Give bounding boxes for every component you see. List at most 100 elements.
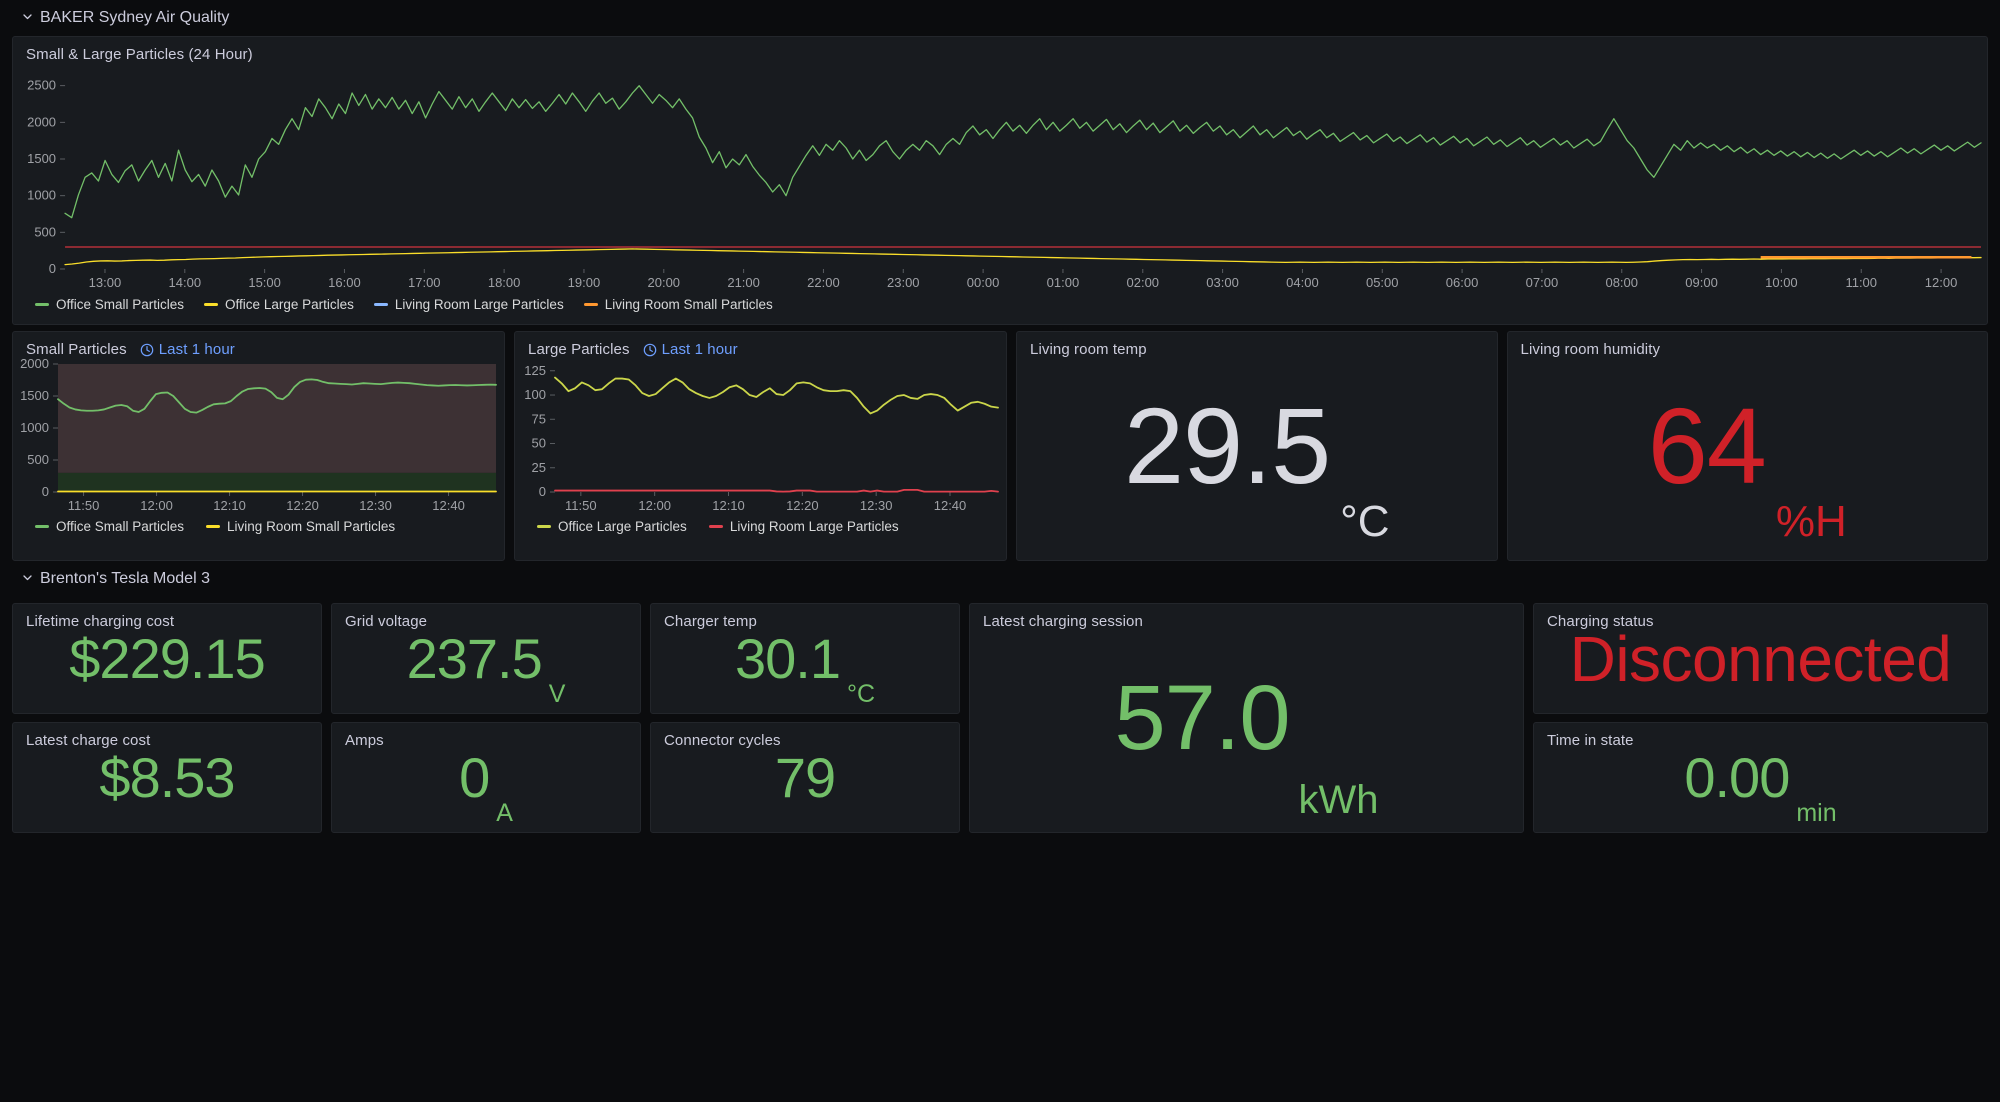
svg-text:1500: 1500: [27, 151, 56, 166]
legend-item[interactable]: Living Room Large Particles: [708, 519, 899, 534]
svg-text:00:00: 00:00: [967, 275, 1000, 290]
panel-header: Small & Large Particles (24 Hour): [13, 37, 1987, 63]
panel-living-room-humidity: Living room humidity 64 %H: [1506, 331, 1988, 561]
panel-small-particles: Small Particles Last 1 hour 0 500 1000 1500…: [12, 331, 505, 561]
legend-item[interactable]: Office Large Particles: [204, 297, 354, 312]
svg-text:20:00: 20:00: [648, 275, 681, 290]
stat-value-container: $229.15: [13, 604, 321, 713]
svg-text:11:50: 11:50: [68, 498, 100, 513]
svg-text:09:00: 09:00: [1685, 275, 1718, 290]
panel-title-text: Large Particles: [528, 341, 630, 358]
svg-text:0: 0: [539, 484, 546, 499]
svg-text:12:00: 12:00: [638, 498, 671, 513]
chevron-down-icon[interactable]: [22, 11, 33, 22]
section-header-tesla[interactable]: Brenton's Tesla Model 3: [10, 561, 1990, 597]
legend-swatch: [206, 525, 221, 528]
stat-unit: min: [1796, 799, 1837, 827]
svg-text:2000: 2000: [20, 358, 49, 371]
legend-24h: Office Small Particles Office Large Part…: [13, 295, 1987, 312]
svg-text:22:00: 22:00: [807, 275, 840, 290]
section-header-air-quality[interactable]: BAKER Sydney Air Quality: [10, 0, 1990, 36]
svg-text:13:00: 13:00: [89, 275, 122, 290]
legend-item[interactable]: Office Small Particles: [35, 297, 184, 312]
svg-text:50: 50: [532, 436, 546, 451]
legend-label: Office Large Particles: [225, 297, 354, 312]
panel-latest-charge-cost: Latest charge cost $8.53: [12, 722, 322, 833]
panel-amps: Amps 0 A: [331, 722, 641, 833]
svg-text:02:00: 02:00: [1126, 275, 1159, 290]
stat-value: Disconnected: [1569, 622, 1952, 695]
stat-value-container: 0.00 min: [1534, 723, 1987, 832]
legend-swatch: [583, 303, 598, 306]
timeseries-plot-24h[interactable]: 0 500 1000 1500 2000 2500 13:00 14:00 15:00 16:00…: [13, 63, 1987, 295]
stat-value-container: 0 A: [332, 723, 640, 832]
clock-icon: [643, 343, 657, 357]
clock-icon: [140, 343, 154, 357]
time-range-label: Last 1 hour: [661, 341, 738, 358]
svg-text:08:00: 08:00: [1605, 275, 1638, 290]
section-title: Brenton's Tesla Model 3: [40, 570, 210, 587]
tesla-column-lifetime: Lifetime charging cost $229.15 Latest ch…: [12, 603, 322, 833]
chevron-down-icon[interactable]: [22, 572, 33, 583]
legend-label: Living Room Small Particles: [604, 297, 773, 312]
legend-swatch: [204, 303, 219, 306]
stat-value-container: Disconnected: [1534, 604, 1987, 713]
svg-text:03:00: 03:00: [1206, 275, 1239, 290]
svg-text:21:00: 21:00: [727, 275, 760, 290]
svg-text:12:40: 12:40: [934, 498, 967, 513]
tesla-column-voltage: Grid voltage 237.5 V Amps 0 A: [331, 603, 641, 833]
svg-text:12:20: 12:20: [286, 498, 319, 513]
legend-item[interactable]: Living Room Small Particles: [583, 297, 773, 312]
legend-swatch: [35, 525, 49, 528]
panel-time-in-state: Time in state 0.00 min: [1533, 722, 1988, 833]
legend-item[interactable]: Living Room Large Particles: [373, 297, 564, 312]
stat-value: 0: [459, 745, 490, 809]
panel-header: Large Particles Last 1 hour: [515, 332, 1006, 358]
svg-text:12:00: 12:00: [140, 498, 173, 513]
air-quality-mid-row: Small Particles Last 1 hour 0 500 1000 1500…: [12, 331, 1988, 561]
stat-value-container: 29.5 °C: [1017, 332, 1497, 560]
svg-text:500: 500: [27, 452, 49, 467]
stat-value-container: 30.1 °C: [651, 604, 959, 713]
svg-text:04:00: 04:00: [1286, 275, 1319, 290]
legend-item[interactable]: Office Small Particles: [35, 519, 184, 534]
tesla-column-charger: Charger temp 30.1 °C Connector cycles 79: [650, 603, 960, 833]
stat-value: 29.5: [1123, 385, 1331, 506]
panel-title-text: Small & Large Particles (24 Hour): [26, 46, 253, 63]
legend-item[interactable]: Living Room Small Particles: [206, 519, 395, 534]
legend-label: Office Small Particles: [56, 519, 185, 534]
legend-item[interactable]: Office Large Particles: [537, 519, 687, 534]
svg-text:19:00: 19:00: [568, 275, 601, 290]
stat-unit: kWh: [1298, 778, 1379, 822]
stat-unit: A: [496, 799, 513, 827]
svg-text:12:30: 12:30: [359, 498, 392, 513]
stat-value: $8.53: [99, 745, 235, 809]
svg-text:12:20: 12:20: [786, 498, 819, 513]
panel-charging-status: Charging status Disconnected: [1533, 603, 1988, 714]
svg-text:01:00: 01:00: [1047, 275, 1080, 290]
stat-value-container: 64 %H: [1508, 332, 1988, 560]
time-range-badge[interactable]: Last 1 hour: [140, 341, 235, 358]
svg-text:11:00: 11:00: [1845, 275, 1877, 290]
svg-text:0: 0: [42, 484, 49, 499]
timeseries-plot-large-particles[interactable]: 0 25 50 75 100 125 11:50 12:00 12:10 12:20 12:30 12…: [515, 358, 1006, 516]
stat-value: $229.15: [69, 626, 265, 690]
svg-text:12:10: 12:10: [712, 498, 745, 513]
timeseries-plot-small-particles[interactable]: 0 500 1000 1500 2000 11:50 12:00 12:10 12:20 12:3…: [13, 358, 504, 516]
panel-living-room-temp: Living room temp 29.5 °C: [1016, 331, 1498, 561]
panel-header: Small Particles Last 1 hour: [13, 332, 504, 358]
panel-small-large-particles-24h: Small & Large Particles (24 Hour) 0 500 10…: [12, 36, 1988, 325]
svg-text:10:00: 10:00: [1765, 275, 1798, 290]
svg-text:1000: 1000: [27, 188, 56, 203]
legend-swatch: [35, 303, 49, 306]
stat-value-container: $8.53: [13, 723, 321, 832]
stat-value-container: 79: [651, 723, 959, 832]
svg-text:06:00: 06:00: [1446, 275, 1479, 290]
panel-connector-cycles: Connector cycles 79: [650, 722, 960, 833]
section-title: BAKER Sydney Air Quality: [40, 9, 230, 26]
svg-text:17:00: 17:00: [408, 275, 441, 290]
svg-text:11:50: 11:50: [565, 498, 597, 513]
svg-text:15:00: 15:00: [248, 275, 281, 290]
time-range-badge[interactable]: Last 1 hour: [643, 341, 738, 358]
panel-latest-charging-session: Latest charging session 57.0 kWh: [969, 603, 1524, 833]
